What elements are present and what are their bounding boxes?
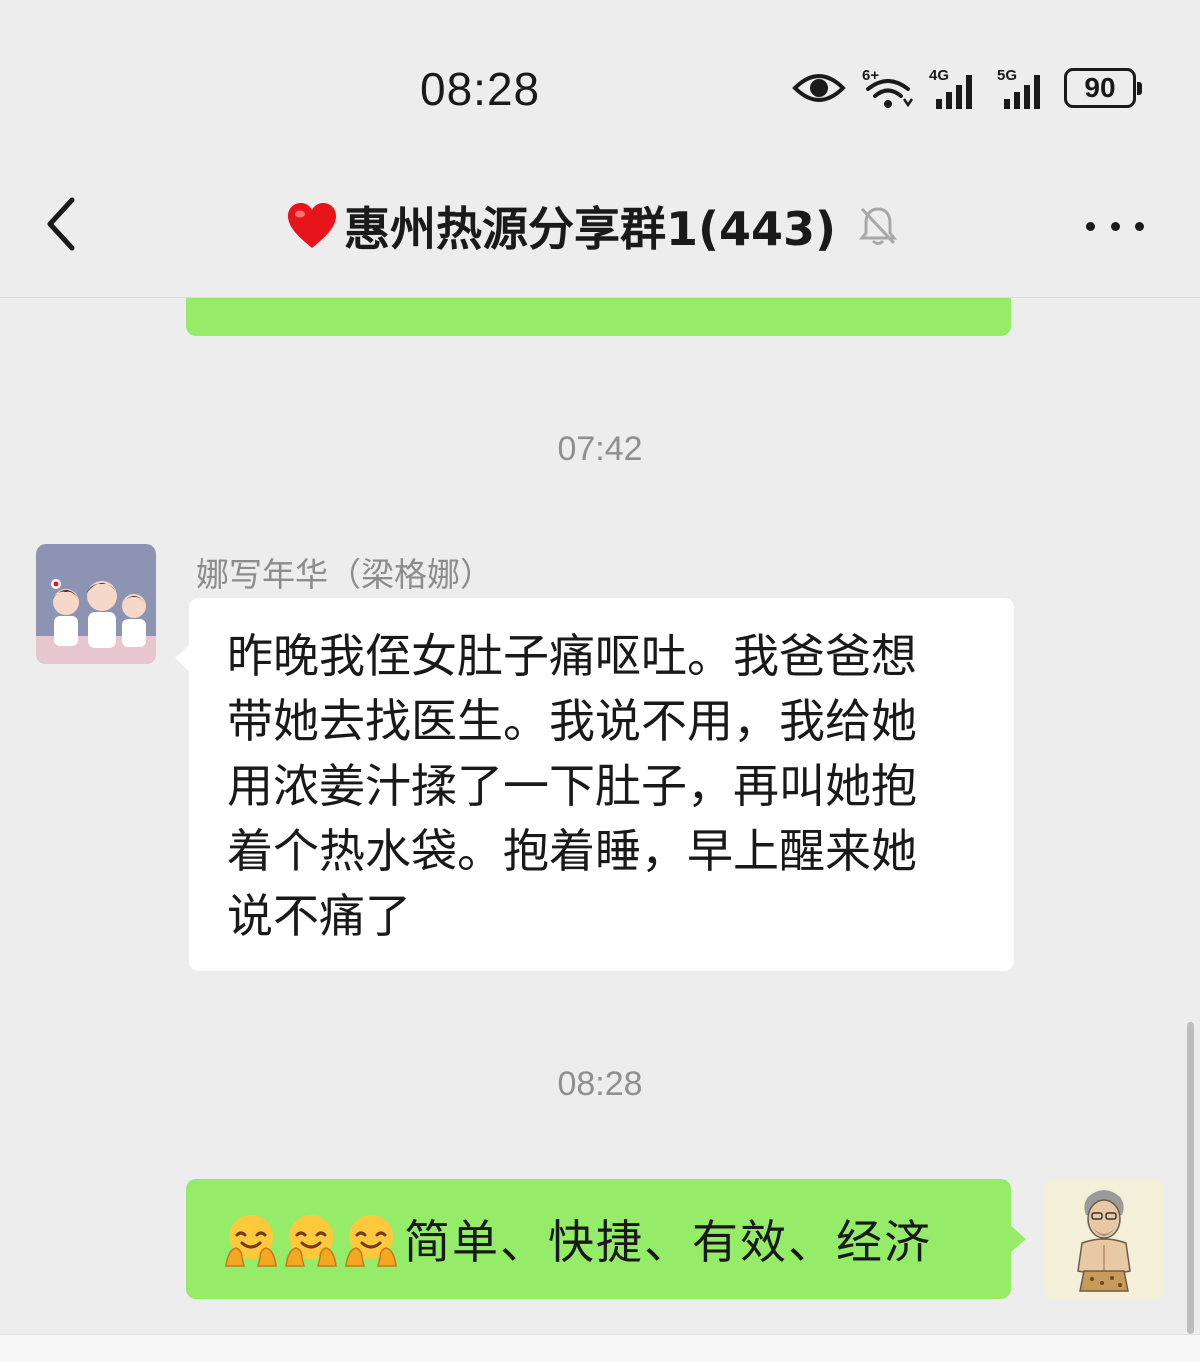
outgoing-message-text: 简单、快捷、有效、经济 [404,1215,932,1269]
message-line: 着个热水袋。抱着睡，早上醒来她 [227,824,917,878]
my-avatar[interactable] [1044,1179,1164,1299]
incoming-message-bubble[interactable]: 昨晚我侄女肚子痛呕吐。我爸爸想 带她去找医生。我说不用，我给她 用浓姜汁揉了一下… [175,598,1014,971]
avatar-image [36,544,156,664]
chat-header: 惠州热源分享群1(443) [0,160,1200,298]
wifi-icon: 6+ [862,67,914,108]
hug-face-emoji [225,1215,277,1267]
signal-5g-icon: 5G [997,67,1040,109]
more-dot [1086,221,1095,231]
chat-title-area[interactable]: 惠州热源分享群1(443) [286,196,898,256]
status-icons: 6+ 4G 5G 90 [792,64,1142,112]
scrollbar[interactable] [1187,1022,1194,1334]
signal-4g-label: 4G [929,67,949,84]
red-heart-icon [288,203,336,248]
more-dot [1110,221,1120,231]
message-line: 用浓姜汁揉了一下肚子，再叫她抱 [227,759,917,813]
chat-screen: 08:28 6+ 4G 5G 90 惠州热源分享群1(443) 07:42 娜写… [0,0,1200,1362]
eye-icon [792,74,846,102]
battery-icon: 90 [1064,68,1142,108]
hug-face-emoji [285,1215,337,1267]
status-time: 08:28 [420,63,541,115]
hug-face-emoji [345,1215,397,1267]
signal-4g-icon: 4G [929,67,972,109]
emoji-group [222,1210,402,1268]
message-line: 带她去找医生。我说不用，我给她 [227,694,917,748]
input-bar-edge [0,1334,1200,1362]
sender-name: 娜写年华（梁格娜） [196,555,493,594]
avatar-image [1044,1179,1164,1299]
back-button[interactable] [36,194,86,254]
message-line: 说不痛了 [227,889,411,943]
outgoing-message-bubble[interactable]: 简单、快捷、有效、经济 [186,1179,1026,1299]
message-timestamp: 07:42 [557,430,643,468]
more-options-button[interactable] [1086,214,1144,238]
more-dot [1135,221,1144,231]
signal-5g-label: 5G [997,67,1017,84]
chevron-left-icon [47,197,75,251]
message-line: 昨晚我侄女肚子痛呕吐。我爸爸想 [227,629,917,683]
battery-level: 90 [1084,72,1116,103]
chat-title: 惠州热源分享群1(443) [344,202,837,256]
bell-muted-icon [858,207,898,245]
sender-avatar[interactable] [36,544,156,664]
message-timestamp: 08:28 [557,1065,643,1103]
